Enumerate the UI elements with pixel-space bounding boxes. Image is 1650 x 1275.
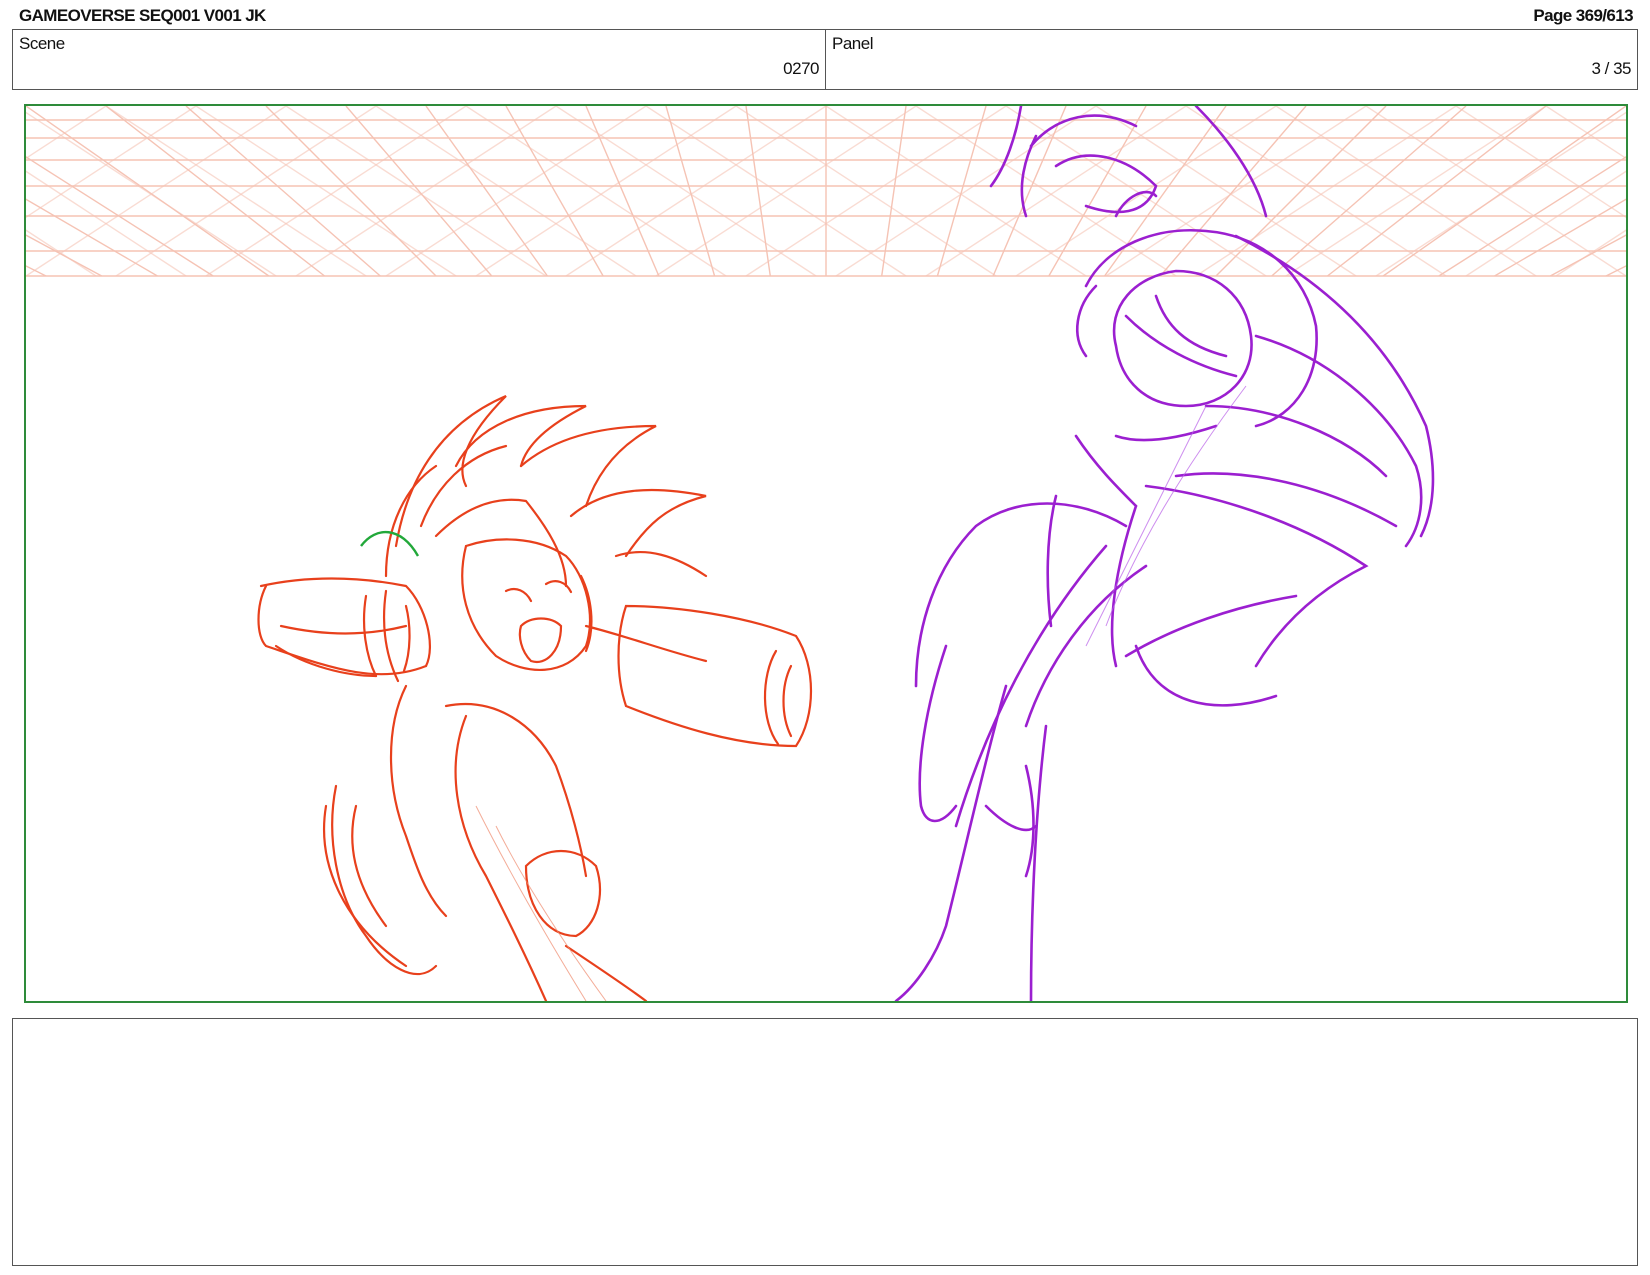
panel-cell: Panel 3 / 35	[826, 30, 1637, 89]
perspective-grid	[26, 106, 1626, 277]
notes-box	[12, 1018, 1638, 1266]
villain-construction-lines	[1085, 385, 1247, 647]
storyboard-frame	[24, 104, 1628, 1003]
scene-number: 0270	[783, 59, 819, 78]
villain-sketch	[894, 106, 1435, 1001]
panel-label: Panel	[832, 34, 873, 53]
scene-cell: Scene 0270	[13, 30, 826, 89]
scene-panel-info: Scene 0270 Panel 3 / 35	[12, 29, 1638, 90]
panel-number: 3 / 35	[1591, 59, 1631, 78]
document-title: GAMEOVERSE SEQ001 V001 JK	[19, 6, 266, 25]
hero-sketch	[257, 394, 813, 1001]
page-number: Page 369/613	[1533, 6, 1633, 25]
sketch-canvas	[26, 106, 1626, 1001]
hero-construction-lines	[475, 805, 607, 1001]
scene-label: Scene	[19, 34, 65, 53]
